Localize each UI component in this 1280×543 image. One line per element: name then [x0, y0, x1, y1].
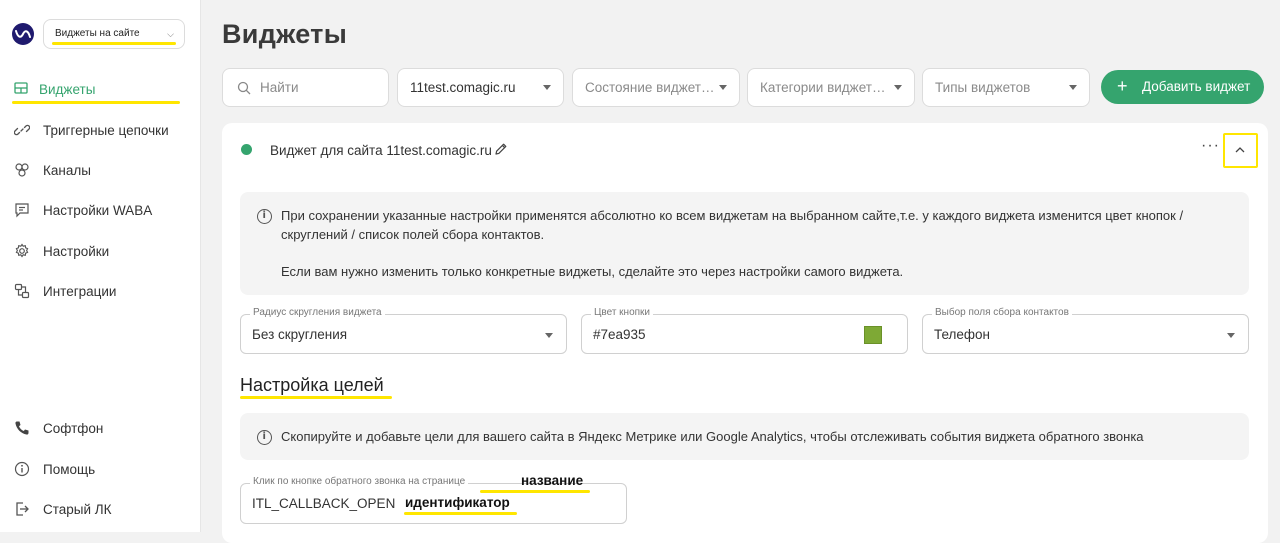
sidebar-item-label: Настройки WABA — [43, 203, 153, 218]
goal-field-value[interactable]: ITL_CALLBACK_OPEN — [252, 496, 395, 511]
info-text-line1: При сохранении указанные настройки приме… — [281, 208, 1184, 223]
info-text-line2: скруглений / список полей сбора контакто… — [281, 227, 545, 242]
radius-label: Радиус скругления виджета — [250, 307, 385, 318]
sidebar-item-integrations[interactable]: Интеграции — [0, 274, 200, 310]
phone-icon — [14, 420, 32, 438]
sidebar-item-waba[interactable]: Настройки WABA — [0, 193, 200, 229]
caret-down-icon — [545, 333, 553, 338]
add-widget-button[interactable]: + Добавить виджет — [1101, 70, 1264, 104]
goals-section-title: Настройка целей — [240, 375, 384, 395]
site-filter-select[interactable]: 11test.comagic.ru — [397, 68, 564, 107]
color-swatch[interactable] — [864, 326, 882, 344]
highlight-underline — [12, 101, 180, 104]
highlight-underline — [52, 42, 176, 45]
sidebar-item-softphone[interactable]: Софтфон — [0, 411, 200, 447]
button-color-label: Цвет кнопки — [591, 307, 654, 318]
sidebar-item-settings[interactable]: Настройки — [0, 234, 200, 270]
site-filter-value: 11test.comagic.ru — [410, 80, 516, 95]
sidebar-item-label: Каналы — [43, 163, 91, 178]
search-input[interactable]: Найти — [222, 68, 389, 107]
radius-select[interactable]: Радиус скругления виджета Без скругления — [240, 307, 567, 354]
info-text-line3: Если вам нужно изменить только конкретны… — [281, 264, 904, 279]
type-filter-select[interactable]: Типы виджетов — [922, 68, 1090, 107]
annotation-name: название — [521, 473, 584, 488]
sidebar-item-label: Виджеты — [39, 82, 96, 97]
highlight-underline — [480, 490, 590, 493]
logo[interactable] — [12, 23, 34, 45]
sidebar-item-label: Помощь — [43, 462, 96, 477]
caret-down-icon — [894, 85, 902, 90]
radius-value: Без скругления — [252, 327, 348, 342]
search-placeholder: Найти — [260, 80, 299, 95]
sidebar-item-triggers[interactable]: Триггерные цепочки — [0, 113, 200, 149]
goals-info-box: Скопируйте и добавьте цели для вашего са… — [240, 413, 1249, 460]
caret-down-icon — [719, 85, 727, 90]
sidebar-item-label: Триггерные цепочки — [43, 123, 169, 138]
sidebar-item-label: Старый ЛК — [43, 502, 112, 517]
highlight-underline — [240, 396, 392, 399]
contact-field-label: Выбор поля сбора контактов — [932, 307, 1072, 318]
logout-icon — [14, 501, 32, 519]
sidebar-item-old-account[interactable]: Старый ЛК — [0, 492, 200, 528]
status-indicator — [241, 144, 252, 155]
info-icon — [14, 461, 32, 479]
caret-down-icon — [543, 85, 551, 90]
more-options-icon[interactable]: ··· — [1201, 138, 1221, 159]
highlight-underline — [404, 512, 517, 515]
caret-down-icon — [1227, 333, 1235, 338]
search-icon — [237, 81, 251, 100]
channels-icon — [14, 162, 32, 180]
goals-info-text: Скопируйте и добавьте цели для вашего са… — [281, 429, 1144, 444]
link-icon — [13, 122, 32, 140]
settings-info-box: При сохранении указанные настройки приме… — [240, 192, 1249, 295]
plus-icon: + — [1117, 76, 1128, 96]
sidebar-item-help[interactable]: Помощь — [0, 452, 200, 488]
widget-card: Виджет для сайта 11test.comagic.ru ··· П… — [222, 123, 1268, 543]
type-filter-placeholder: Типы виджетов — [935, 80, 1031, 95]
annotation-identifier: идентификатор — [405, 495, 510, 510]
chevron-down-icon: ⌵ — [167, 29, 174, 39]
widgets-icon — [14, 81, 32, 99]
sidebar-item-label: Софтфон — [43, 421, 104, 436]
category-filter-placeholder: Категории виджет… — [760, 80, 884, 95]
site-select-label: Виджеты на сайте — [55, 28, 140, 39]
caret-down-icon — [1069, 85, 1077, 90]
widget-title: Виджет для сайта 11test.comagic.ru — [270, 143, 492, 158]
gear-icon — [14, 243, 32, 261]
sidebar-item-label: Интеграции — [43, 284, 117, 299]
message-icon — [14, 202, 32, 220]
contact-field-value: Телефон — [934, 327, 991, 342]
state-filter-select[interactable]: Состояние виджет… — [572, 68, 740, 107]
category-filter-select[interactable]: Категории виджет… — [747, 68, 915, 107]
info-icon — [257, 430, 272, 445]
goal-field-label: Клик по кнопке обратного звонка на стран… — [250, 476, 469, 487]
info-icon — [257, 209, 272, 224]
sidebar-item-label: Настройки — [43, 244, 110, 259]
button-color-value: #7ea935 — [593, 327, 646, 342]
state-filter-placeholder: Состояние виджет… — [585, 80, 713, 95]
integrations-icon — [14, 283, 32, 301]
pencil-icon[interactable] — [494, 142, 508, 161]
add-widget-label: Добавить виджет — [1142, 79, 1251, 94]
collapse-button[interactable] — [1223, 133, 1258, 168]
page-title: Виджеты — [222, 19, 348, 49]
sidebar-item-channels[interactable]: Каналы — [0, 153, 200, 189]
sidebar: Виджеты на сайте ⌵ Виджеты Триггерные це… — [0, 0, 201, 532]
contact-field-select[interactable]: Выбор поля сбора контактов Телефон — [922, 307, 1249, 354]
button-color-field[interactable]: Цвет кнопки #7ea935 — [581, 307, 908, 354]
